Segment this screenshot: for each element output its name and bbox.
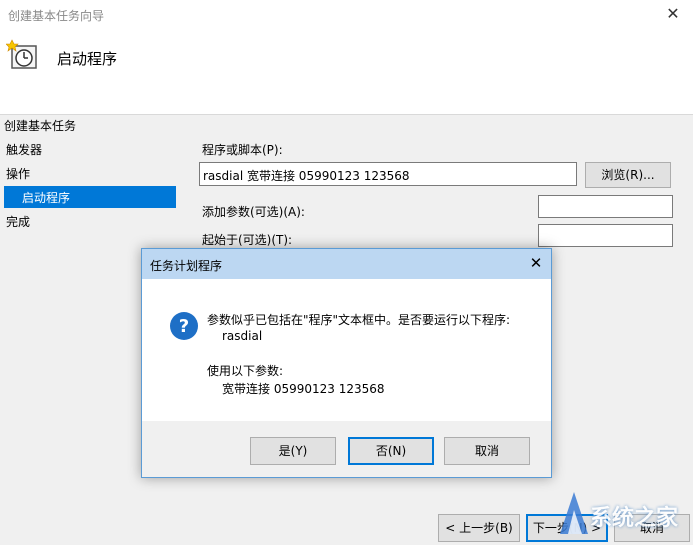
- dialog-footer: 是(Y) 否(N) 取消: [142, 421, 551, 477]
- browse-button[interactable]: 浏览(R)...: [585, 162, 671, 188]
- page-title: 启动程序: [57, 50, 118, 68]
- confirm-dialog: 任务计划程序 ✕ ? 参数似乎已包括在"程序"文本框中。是否要运行以下程序: r…: [141, 248, 552, 478]
- wizard-header: 启动程序: [0, 30, 693, 115]
- sidebar-item-label: 启动程序: [22, 191, 71, 205]
- dialog-cancel-button[interactable]: 取消: [444, 437, 530, 465]
- start-in-input[interactable]: [538, 224, 673, 247]
- window-title: 创建基本任务向导: [8, 9, 105, 23]
- window-close-button[interactable]: ✕: [662, 4, 684, 24]
- program-input-value: rasdial 宽带连接 05990123 123568: [203, 169, 410, 183]
- task-scheduler-icon: [6, 39, 37, 69]
- yes-button[interactable]: 是(Y): [250, 437, 336, 465]
- program-label: 程序或脚本(P):: [202, 143, 283, 157]
- dialog-program-name: rasdial: [222, 329, 263, 343]
- start-in-label: 起始于(可选)(T):: [202, 233, 293, 247]
- dialog-message: 参数似乎已包括在"程序"文本框中。是否要运行以下程序:: [207, 313, 511, 327]
- sidebar-item-start-program[interactable]: 启动程序: [4, 186, 176, 208]
- svg-text:?: ?: [179, 316, 189, 337]
- sidebar-item-trigger[interactable]: 触发器: [6, 141, 42, 158]
- sidebar-item-action[interactable]: 操作: [6, 165, 30, 182]
- question-icon: ?: [170, 312, 198, 340]
- no-button[interactable]: 否(N): [348, 437, 434, 465]
- dialog-args-label: 使用以下参数:: [207, 364, 284, 378]
- dialog-title: 任务计划程序: [150, 259, 223, 273]
- sidebar-item-finish[interactable]: 完成: [6, 213, 30, 230]
- watermark-text: 系统之家: [590, 506, 679, 531]
- dialog-close-button[interactable]: ✕: [526, 254, 546, 272]
- dialog-args-value: 宽带连接 05990123 123568: [222, 382, 385, 396]
- arguments-input[interactable]: [538, 195, 673, 218]
- back-button[interactable]: < 上一步(B): [438, 514, 520, 542]
- sidebar-heading: 创建基本任务: [4, 119, 77, 133]
- arguments-label: 添加参数(可选)(A):: [202, 205, 305, 219]
- program-input[interactable]: rasdial 宽带连接 05990123 123568: [199, 162, 577, 186]
